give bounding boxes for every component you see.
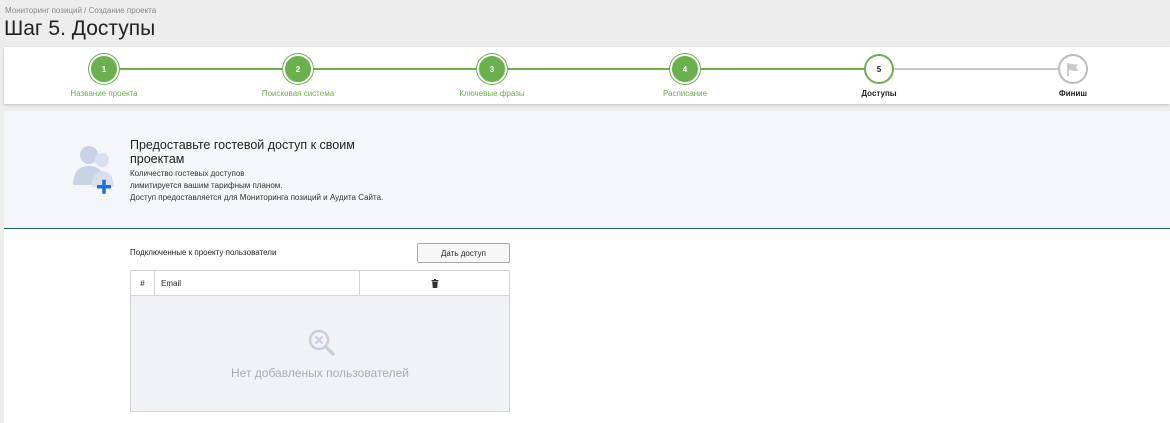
step-label: Поисковая система [261, 89, 335, 98]
step-4[interactable]: 4 Расписание [625, 47, 745, 104]
banner-line: Количество гостевых доступов [130, 169, 245, 178]
step-circle: 1 [89, 54, 119, 84]
step-circle: 3 [477, 54, 507, 84]
guest-access-banner: Предоставьте гостевой доступ к своим про… [4, 111, 1170, 229]
banner-title: Предоставьте гостевой доступ к своим про… [130, 138, 355, 166]
step-label: Ключевые фразы [459, 89, 525, 98]
step-circle [1058, 54, 1088, 84]
banner-line: лимитируется вашим тарифным планом. [130, 181, 283, 190]
step-label: Расписание [662, 89, 708, 98]
step-label: Финиш [1058, 89, 1088, 98]
step-1[interactable]: 1 Название проекта [44, 47, 164, 104]
banner-line: Доступ предоставляется для Мониторинга п… [130, 193, 384, 202]
step-2[interactable]: 2 Поисковая система [238, 47, 358, 104]
flag-icon [1067, 63, 1079, 76]
step-label: Название проекта [70, 89, 138, 98]
connected-users-label: Подключенные к проекту пользователи [130, 248, 277, 257]
search-x-icon [308, 329, 335, 356]
step-circle: 5 [864, 54, 894, 84]
step-label: Доступы [861, 89, 897, 98]
table-header: # Email [131, 271, 509, 296]
column-header-number: # [131, 271, 155, 295]
give-access-button[interactable]: Дать доступ [417, 243, 510, 263]
users-table: # Email Нет добавленых пользователей [130, 270, 510, 412]
step-circle: 4 [670, 54, 700, 84]
breadcrumb[interactable]: Мониторинг позиций / Создание проекта [5, 6, 156, 15]
top-bar: Мониторинг позиций / Создание проекта Ша… [0, 0, 1170, 46]
banner-description: Количество гостевых доступов лимитируетс… [130, 168, 383, 204]
main-content: Предоставьте гостевой доступ к своим про… [4, 111, 1170, 423]
column-header-email: Email [155, 271, 360, 295]
wizard-stepper: 1 Название проекта 2 Поисковая система 3… [4, 47, 1170, 104]
step-finish: Финиш [1013, 47, 1133, 104]
empty-state-text: Нет добавленых пользователей [231, 366, 409, 380]
trash-icon [431, 278, 438, 288]
add-users-icon [73, 146, 114, 194]
page-title: Шаг 5. Доступы [4, 17, 156, 40]
step-3[interactable]: 3 Ключевые фразы [432, 47, 552, 104]
step-circle: 2 [283, 54, 313, 84]
column-header-delete [360, 271, 509, 295]
step-5: 5 Доступы [819, 47, 939, 104]
